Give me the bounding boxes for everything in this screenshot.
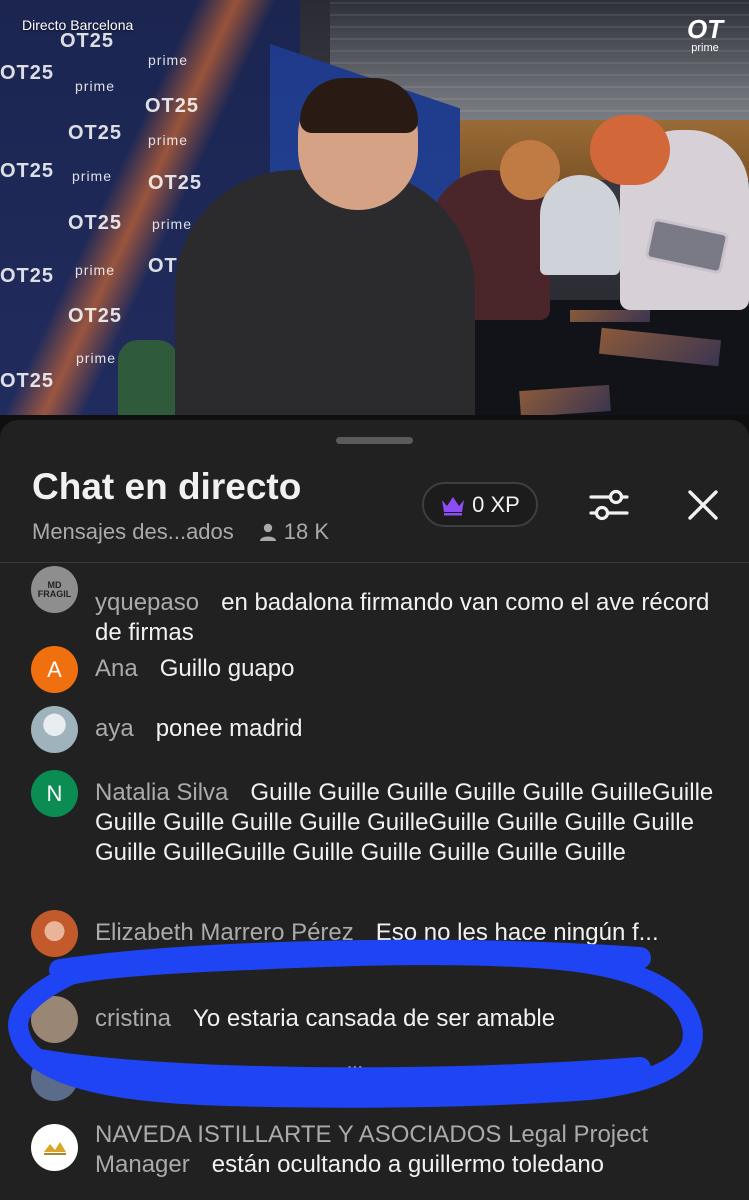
- message-text: ... estos ... guille...: [202, 1063, 397, 1090]
- backdrop-ot25: OT25: [148, 172, 203, 194]
- chair: [118, 340, 178, 415]
- message-author[interactable]: Iván V...: [95, 1063, 181, 1090]
- avatar[interactable]: [31, 706, 78, 753]
- chat-mode-label: Mensajes des...ados: [32, 519, 234, 544]
- viewer-count: 18 K: [258, 519, 329, 545]
- message-author[interactable]: aya: [95, 715, 134, 742]
- xp-label: 0 XP: [472, 491, 520, 517]
- backdrop-ot25: OT25: [68, 212, 123, 234]
- message-body: yquepaso en badalona firmando van como el…: [95, 588, 725, 648]
- avatar[interactable]: [31, 1054, 78, 1101]
- video-channel-label: Directo Barcelona: [22, 17, 134, 33]
- message-author[interactable]: cristina: [95, 1005, 171, 1032]
- message-author[interactable]: Elizabeth Marrero Pérez: [95, 919, 354, 946]
- backdrop-prime: prime: [72, 168, 113, 184]
- backdrop-prime: prime: [75, 262, 116, 278]
- backdrop-prime: prime: [76, 350, 117, 366]
- message-body: NAVEDA ISTILLARTE Y ASOCIADOS Legal Proj…: [95, 1120, 725, 1180]
- avatar[interactable]: A: [31, 646, 78, 693]
- logo-text: OT: [686, 14, 724, 44]
- message-text: están ocultando a guillermo toledano: [211, 1151, 605, 1178]
- avatar[interactable]: [31, 910, 78, 957]
- message-author[interactable]: Ana: [95, 655, 138, 682]
- backdrop-prime: prime: [75, 78, 116, 94]
- message-author[interactable]: Natalia Silva: [95, 779, 228, 806]
- backdrop-ot25: OT25: [145, 95, 200, 117]
- person-main: [175, 170, 475, 415]
- company-logo-icon: [43, 1141, 66, 1155]
- drag-handle[interactable]: [336, 437, 413, 444]
- backdrop-ot25: OT25: [0, 370, 55, 392]
- video-player[interactable]: OT25 prime OT25 prime OT25 OT25 prime OT…: [0, 0, 749, 415]
- backdrop-ot25: OT25: [68, 305, 123, 327]
- person-main-hair: [300, 78, 418, 133]
- message-body: Iván V... ... estos ... guille...: [95, 1062, 725, 1092]
- avatar[interactable]: N: [31, 770, 78, 817]
- backdrop-prime: prime: [148, 132, 189, 148]
- message-body: aya ponee madrid: [95, 714, 725, 744]
- crown-icon: [442, 496, 465, 515]
- avatar[interactable]: MD FRAGIL: [31, 566, 78, 613]
- chat-title: Chat en directo: [32, 466, 302, 507]
- backdrop-prime: prime: [148, 52, 189, 68]
- xp-button[interactable]: 0 XP: [422, 482, 538, 527]
- person-icon: [259, 523, 276, 541]
- message-text: Guillo guapo: [159, 655, 295, 682]
- avatar-letter: N: [46, 780, 63, 806]
- avatar-letter: A: [47, 656, 62, 682]
- message-body: cristina Yo estaria cansada de ser amable: [95, 1004, 725, 1034]
- person-signing: [540, 175, 620, 275]
- viewer-count-value: 18 K: [283, 519, 330, 544]
- live-chat-panel: Chat en directo Mensajes des...ados 18 K…: [0, 420, 749, 1200]
- message-body: Natalia Silva Guille Guille Guille Guille…: [95, 778, 725, 868]
- sliders-icon[interactable]: [588, 484, 630, 526]
- chat-mode-selector[interactable]: Mensajes des...ados 18 K: [32, 519, 329, 545]
- backdrop-prime: prime: [152, 216, 193, 232]
- backdrop-ot25: OT25: [0, 62, 55, 84]
- signed-poster: [519, 384, 611, 415]
- ot-prime-logo: OT prime: [683, 16, 727, 54]
- backdrop-ot25: OT25: [68, 122, 123, 144]
- chat-message-list[interactable]: MD FRAGIL yquepaso en badalona firmando va…: [0, 560, 749, 1200]
- avatar[interactable]: [31, 1124, 78, 1171]
- message-author[interactable]: yquepaso: [95, 589, 199, 616]
- backdrop-ot25: OT25: [0, 265, 55, 287]
- signed-poster: [570, 310, 650, 322]
- backdrop-ot25: OT25: [0, 160, 55, 182]
- message-body: Elizabeth Marrero Pérez Eso no les hace n…: [95, 918, 725, 948]
- message-text: ponee madrid: [155, 715, 303, 742]
- close-icon[interactable]: [684, 486, 722, 524]
- message-body: Ana Guillo guapo: [95, 654, 725, 684]
- message-text: Eso no les hace ningún f...: [375, 919, 659, 946]
- message-text: Yo estaria cansada de ser amable: [193, 1005, 556, 1032]
- avatar[interactable]: [31, 996, 78, 1043]
- person-head: [590, 115, 670, 185]
- avatar-logo-text: MD FRAGIL: [37, 579, 72, 599]
- backdrop-ot25: OT25: [60, 30, 115, 52]
